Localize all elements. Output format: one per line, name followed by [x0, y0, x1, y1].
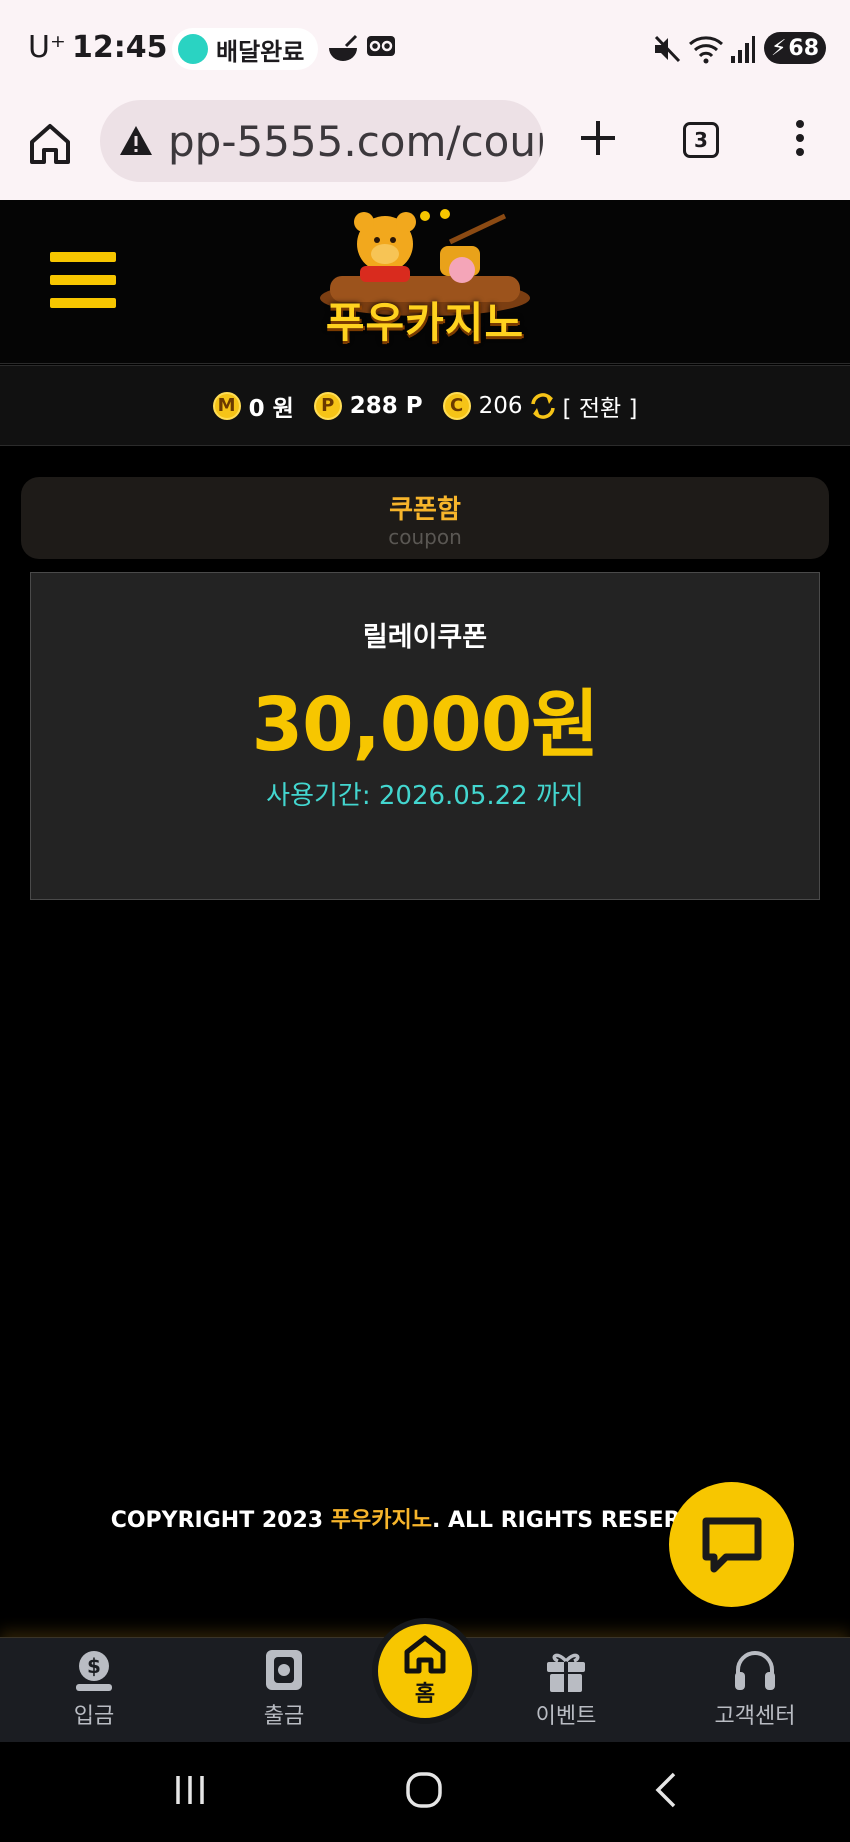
back-icon[interactable]: [646, 1770, 686, 1810]
nav-event-label: 이벤트: [535, 1704, 597, 1729]
c-coin-icon: C: [442, 391, 471, 420]
coin-value: 206: [478, 392, 523, 419]
page-title: 쿠폰함: [389, 495, 461, 525]
coupon-amount: 30,000원: [251, 682, 600, 768]
nav-home-label: 홈: [414, 1682, 436, 1707]
system-home-icon[interactable]: [404, 1770, 444, 1810]
svg-text:$: $: [87, 1654, 101, 1678]
tab-switcher-button[interactable]: 3: [683, 122, 719, 158]
point-value: 288 P: [349, 392, 423, 419]
headset-icon: [735, 1651, 775, 1690]
delivery-app-icon: [178, 34, 208, 64]
delivery-notification: 배달완료: [172, 28, 319, 70]
money-value: 0 원: [248, 395, 294, 422]
nav-support[interactable]: 고객센터: [695, 1648, 815, 1738]
nav-event[interactable]: 이벤트: [506, 1648, 626, 1738]
point-coin-icon: P: [313, 391, 342, 420]
nav-deposit[interactable]: $ 입금: [34, 1648, 154, 1738]
carrier-label: U⁺: [28, 30, 66, 65]
hamburger-icon[interactable]: [50, 252, 116, 308]
chat-button[interactable]: [669, 1482, 794, 1607]
coupon-expiry: 사용기간: 2026.05.22 까지: [266, 781, 584, 811]
logo-text: 푸우카지노: [325, 298, 525, 347]
plus-icon[interactable]: [578, 118, 618, 158]
mute-icon: [654, 35, 681, 63]
money-balance: M 0 원: [212, 389, 294, 423]
url-text[interactable]: pp-5555.com/coup: [168, 117, 543, 166]
refresh-icon[interactable]: [529, 392, 557, 420]
recent-apps-icon[interactable]: [170, 1770, 210, 1810]
coupon-card[interactable]: 릴레이쿠폰 30,000원 사용기간: 2026.05.22 까지: [30, 572, 820, 900]
deposit-icon: $: [76, 1651, 112, 1691]
chat-icon: [702, 1517, 761, 1572]
gift-icon: [547, 1653, 585, 1692]
status-bar: U⁺ 12:45 배달완료 ⚡ 68: [0, 0, 850, 96]
battery-indicator: ⚡ 68: [764, 32, 826, 64]
balance-bar: M 0 원 P 288 P C 206 [ 전환 ]: [0, 365, 850, 446]
point-balance: P 288 P: [313, 391, 423, 420]
warning-icon[interactable]: [118, 123, 154, 159]
more-vert-icon[interactable]: [792, 118, 808, 158]
clock: 12:45: [72, 30, 168, 65]
convert-button[interactable]: [ 전환 ]: [563, 389, 638, 423]
withdraw-icon: [266, 1650, 302, 1690]
bowl-icon: [329, 34, 358, 61]
page-subtitle: coupon: [388, 525, 462, 549]
nav-withdraw[interactable]: 출금: [224, 1648, 344, 1738]
nav-deposit-label: 입금: [73, 1704, 115, 1729]
copyright-brand: 푸우카지노: [330, 1508, 432, 1533]
copyright-prefix: COPYRIGHT 2023: [110, 1508, 331, 1533]
notification-label: 배달완료: [216, 37, 305, 66]
address-bar[interactable]: pp-5555.com/coup: [100, 100, 543, 182]
nav-home[interactable]: 홈: [372, 1618, 478, 1724]
coin-balance: C 206 [ 전환 ]: [442, 389, 638, 423]
nav-support-label: 고객센터: [714, 1704, 796, 1729]
site-header: 푸우카지노: [0, 200, 850, 364]
page-title-box: 쿠폰함 coupon: [21, 477, 829, 559]
site-logo[interactable]: 푸우카지노: [300, 206, 550, 356]
charging-icon: ⚡: [770, 35, 787, 61]
wifi-icon: [689, 36, 723, 64]
signal-icon: [731, 36, 755, 63]
system-nav-bar: [0, 1742, 850, 1842]
home-nav-icon: [404, 1635, 446, 1674]
battery-level: 68: [788, 35, 820, 61]
money-coin-icon: M: [212, 391, 241, 420]
nav-withdraw-label: 출금: [263, 1704, 305, 1729]
voicemail-icon: [367, 36, 395, 56]
coupon-name: 릴레이쿠폰: [362, 622, 488, 653]
screen: U⁺ 12:45 배달완료 ⚡ 68 pp-5555.com/coup 3 푸우…: [0, 0, 850, 1842]
browser-toolbar: pp-5555.com/coup 3: [0, 96, 850, 200]
home-icon[interactable]: [26, 120, 74, 168]
